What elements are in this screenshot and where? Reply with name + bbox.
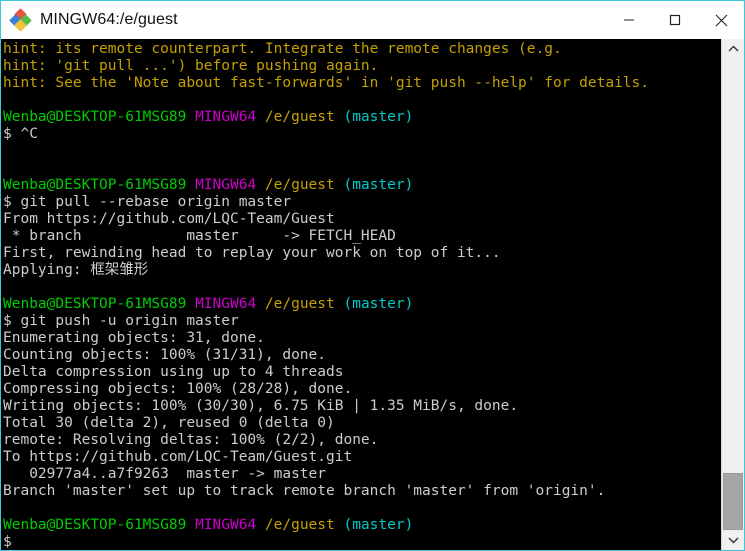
scroll-down-button[interactable] — [722, 530, 744, 550]
maximize-button[interactable] — [652, 1, 698, 39]
terminal-output-line: * branch master -> FETCH_HEAD — [3, 228, 721, 245]
prompt-user-host: Wenba@DESKTOP-61MSG89 — [3, 517, 187, 533]
output-text: Branch 'master' set up to track remote b… — [3, 483, 606, 499]
terminal-output-line: hint: See the 'Note about fast-forwards'… — [3, 75, 721, 92]
output-text: From https://github.com/LQC-Team/Guest — [3, 211, 335, 227]
terminal-area: hint: its remote counterpart. Integrate … — [1, 39, 744, 550]
output-text: Compressing objects: 100% (28/28), done. — [3, 381, 353, 397]
prompt-path: /e/guest — [264, 109, 335, 125]
terminal-output-line: remote: Resolving deltas: 100% (2/2), do… — [3, 432, 721, 449]
scroll-up-button[interactable] — [722, 39, 744, 59]
output-text: hint: 'git pull ...') before pushing aga… — [3, 58, 379, 74]
prompt-path: /e/guest — [264, 177, 335, 193]
prompt-shell: MINGW64 — [195, 109, 257, 125]
terminal-command-line: $ git pull --rebase origin master — [3, 194, 721, 211]
output-text: First, rewinding head to replay your wor… — [3, 245, 501, 261]
terminal-prompt-line: Wenba@DESKTOP-61MSG89 MINGW64 /e/guest (… — [3, 517, 721, 534]
window-title: MINGW64:/e/guest — [40, 11, 178, 28]
output-text: Total 30 (delta 2), reused 0 (delta 0) — [3, 415, 335, 431]
prompt-branch: (master) — [343, 109, 414, 125]
terminal-prompt-line: Wenba@DESKTOP-61MSG89 MINGW64 /e/guest (… — [3, 109, 721, 126]
prompt-user-host: Wenba@DESKTOP-61MSG89 — [3, 109, 187, 125]
chevron-down-icon — [728, 537, 738, 544]
command-text: $ git push -u origin master — [3, 313, 239, 329]
terminal-output-line: To https://github.com/LQC-Team/Guest.git — [3, 449, 721, 466]
output-text: Counting objects: 100% (31/31), done. — [3, 347, 327, 363]
output-text: Writing objects: 100% (30/30), 6.75 KiB … — [3, 398, 519, 414]
scrollbar-thumb[interactable] — [723, 473, 743, 530]
output-text: remote: Resolving deltas: 100% (2/2), do… — [3, 432, 379, 448]
output-text: Delta compression using up to 4 threads — [3, 364, 344, 380]
prompt-branch: (master) — [343, 177, 414, 193]
output-text: To https://github.com/LQC-Team/Guest.git — [3, 449, 353, 465]
terminal-output-line: hint: 'git pull ...') before pushing aga… — [3, 58, 721, 75]
prompt-shell: MINGW64 — [195, 296, 257, 312]
terminal-output-line: Compressing objects: 100% (28/28), done. — [3, 381, 721, 398]
chevron-up-icon — [728, 45, 738, 52]
minimize-button[interactable] — [606, 1, 652, 39]
terminal-scrollbar[interactable] — [721, 39, 744, 550]
command-text: $ git pull --rebase origin master — [3, 194, 292, 210]
terminal-output-line: Enumerating objects: 31, done. — [3, 330, 721, 347]
prompt-user-host: Wenba@DESKTOP-61MSG89 — [3, 177, 187, 193]
scrollbar-track[interactable] — [722, 59, 744, 530]
output-text: 02977a4..a7f9263 master -> master — [3, 466, 327, 482]
prompt-branch: (master) — [343, 517, 414, 533]
terminal-window: MINGW64:/e/guest hint: its remote counte… — [0, 0, 745, 551]
prompt-path: /e/guest — [264, 296, 335, 312]
prompt-shell: MINGW64 — [195, 177, 257, 193]
terminal-command-line: $ ^C — [3, 126, 721, 143]
terminal-output-line: hint: its remote counterpart. Integrate … — [3, 41, 721, 58]
prompt-shell: MINGW64 — [195, 517, 257, 533]
terminal-output-line: Writing objects: 100% (30/30), 6.75 KiB … — [3, 398, 721, 415]
terminal-output-line: Total 30 (delta 2), reused 0 (delta 0) — [3, 415, 721, 432]
window-controls — [606, 1, 744, 39]
title-bar[interactable]: MINGW64:/e/guest — [1, 1, 744, 39]
command-text: $ ^C — [3, 126, 38, 142]
terminal-output-line: From https://github.com/LQC-Team/Guest — [3, 211, 721, 228]
output-text: hint: See the 'Note about fast-forwards'… — [3, 75, 650, 91]
git-bash-icon — [9, 8, 32, 32]
terminal-output-line: Applying: 框架雏形 — [3, 262, 721, 279]
output-text: hint: its remote counterpart. Integrate … — [3, 41, 562, 57]
terminal-prompt-line: Wenba@DESKTOP-61MSG89 MINGW64 /e/guest (… — [3, 296, 721, 313]
terminal-command-line: $ — [3, 534, 721, 550]
terminal-prompt-line: Wenba@DESKTOP-61MSG89 MINGW64 /e/guest (… — [3, 177, 721, 194]
output-text: Applying: 框架雏形 — [3, 262, 149, 278]
terminal-output-line: First, rewinding head to replay your wor… — [3, 245, 721, 262]
maximize-icon — [669, 14, 681, 26]
output-text: Enumerating objects: 31, done. — [3, 330, 265, 346]
terminal-command-line: $ git push -u origin master — [3, 313, 721, 330]
close-icon — [715, 14, 727, 26]
prompt-path: /e/guest — [264, 517, 335, 533]
prompt-user-host: Wenba@DESKTOP-61MSG89 — [3, 296, 187, 312]
terminal-output-line: 02977a4..a7f9263 master -> master — [3, 466, 721, 483]
output-text: * branch master -> FETCH_HEAD — [3, 228, 396, 244]
close-button[interactable] — [698, 1, 744, 39]
terminal-output-line: Branch 'master' set up to track remote b… — [3, 483, 721, 500]
terminal-output-line: Counting objects: 100% (31/31), done. — [3, 347, 721, 364]
command-text: $ — [3, 534, 12, 550]
minimize-icon — [624, 19, 634, 21]
terminal-output-line: Delta compression using up to 4 threads — [3, 364, 721, 381]
prompt-branch: (master) — [343, 296, 414, 312]
terminal-output[interactable]: hint: its remote counterpart. Integrate … — [1, 39, 721, 550]
